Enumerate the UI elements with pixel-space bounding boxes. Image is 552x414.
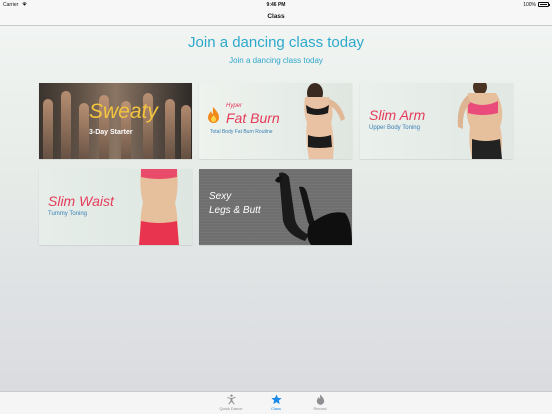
tab-label: Quick Dance <box>219 406 243 411</box>
card-subtitle: 3-Day Starter <box>89 129 133 136</box>
status-bar: Carrier 9:46 PM 100% <box>0 0 552 9</box>
battery-icon <box>538 2 550 7</box>
model-photo <box>457 83 503 159</box>
tab-record[interactable]: Record <box>300 394 340 411</box>
dancer-icon <box>226 394 236 405</box>
tab-quick-dance[interactable]: Quick Dance <box>211 394 251 411</box>
status-time: 9:46 PM <box>266 1 286 8</box>
card-hyper-label: Hyper <box>226 103 243 109</box>
card-title: Fat Burn <box>226 110 280 126</box>
battery-percent: 100% <box>523 1 536 8</box>
dancer-figure <box>43 99 53 159</box>
class-card-fat-burn[interactable]: Hyper Fat Burn Total Body Fat Burn Routi… <box>199 83 352 159</box>
dancer-figure <box>165 99 175 159</box>
card-subtitle: Total Body Fat Burn Routine <box>210 129 273 135</box>
battery-status: 100% <box>523 1 550 8</box>
tab-class[interactable]: Class <box>256 394 296 411</box>
star-icon <box>270 394 282 405</box>
card-title: Sweaty <box>89 100 158 123</box>
nav-title: Class <box>267 13 285 20</box>
card-subtitle: Tummy Toning <box>48 211 88 217</box>
flame-icon <box>208 107 219 123</box>
model-photo <box>139 169 179 245</box>
model-photo <box>304 83 345 159</box>
class-card-legs-butt[interactable]: Sexy Legs & Butt <box>199 169 352 245</box>
tab-label: Class <box>270 406 281 411</box>
tab-bar: Quick Dance Class Record <box>0 391 552 414</box>
tab-label: Record <box>313 406 327 411</box>
page-title: Join a dancing class today <box>188 34 364 51</box>
class-card-slim-arm[interactable]: Slim Arm Upper Body Toning <box>360 83 513 159</box>
page-subtitle: Join a dancing class today <box>229 56 323 65</box>
card-subtitle: Upper Body Toning <box>369 125 420 131</box>
card-title: Slim Waist <box>48 193 114 209</box>
dancer-figure <box>181 105 191 159</box>
card-title: Slim Arm <box>369 107 426 123</box>
navigation-bar: Class <box>0 9 552 26</box>
card-title-line1: Sexy <box>209 191 232 202</box>
model-photo <box>275 172 352 245</box>
class-card-slim-waist[interactable]: Slim Waist Tummy Toning <box>39 169 192 245</box>
class-card-sweaty[interactable]: Sweaty 3-Day Starter <box>39 83 192 159</box>
dancer-figure <box>61 91 71 159</box>
card-title-line2: Legs & Butt <box>209 205 261 216</box>
dancer-figure <box>79 103 89 159</box>
flame-icon <box>316 394 324 405</box>
